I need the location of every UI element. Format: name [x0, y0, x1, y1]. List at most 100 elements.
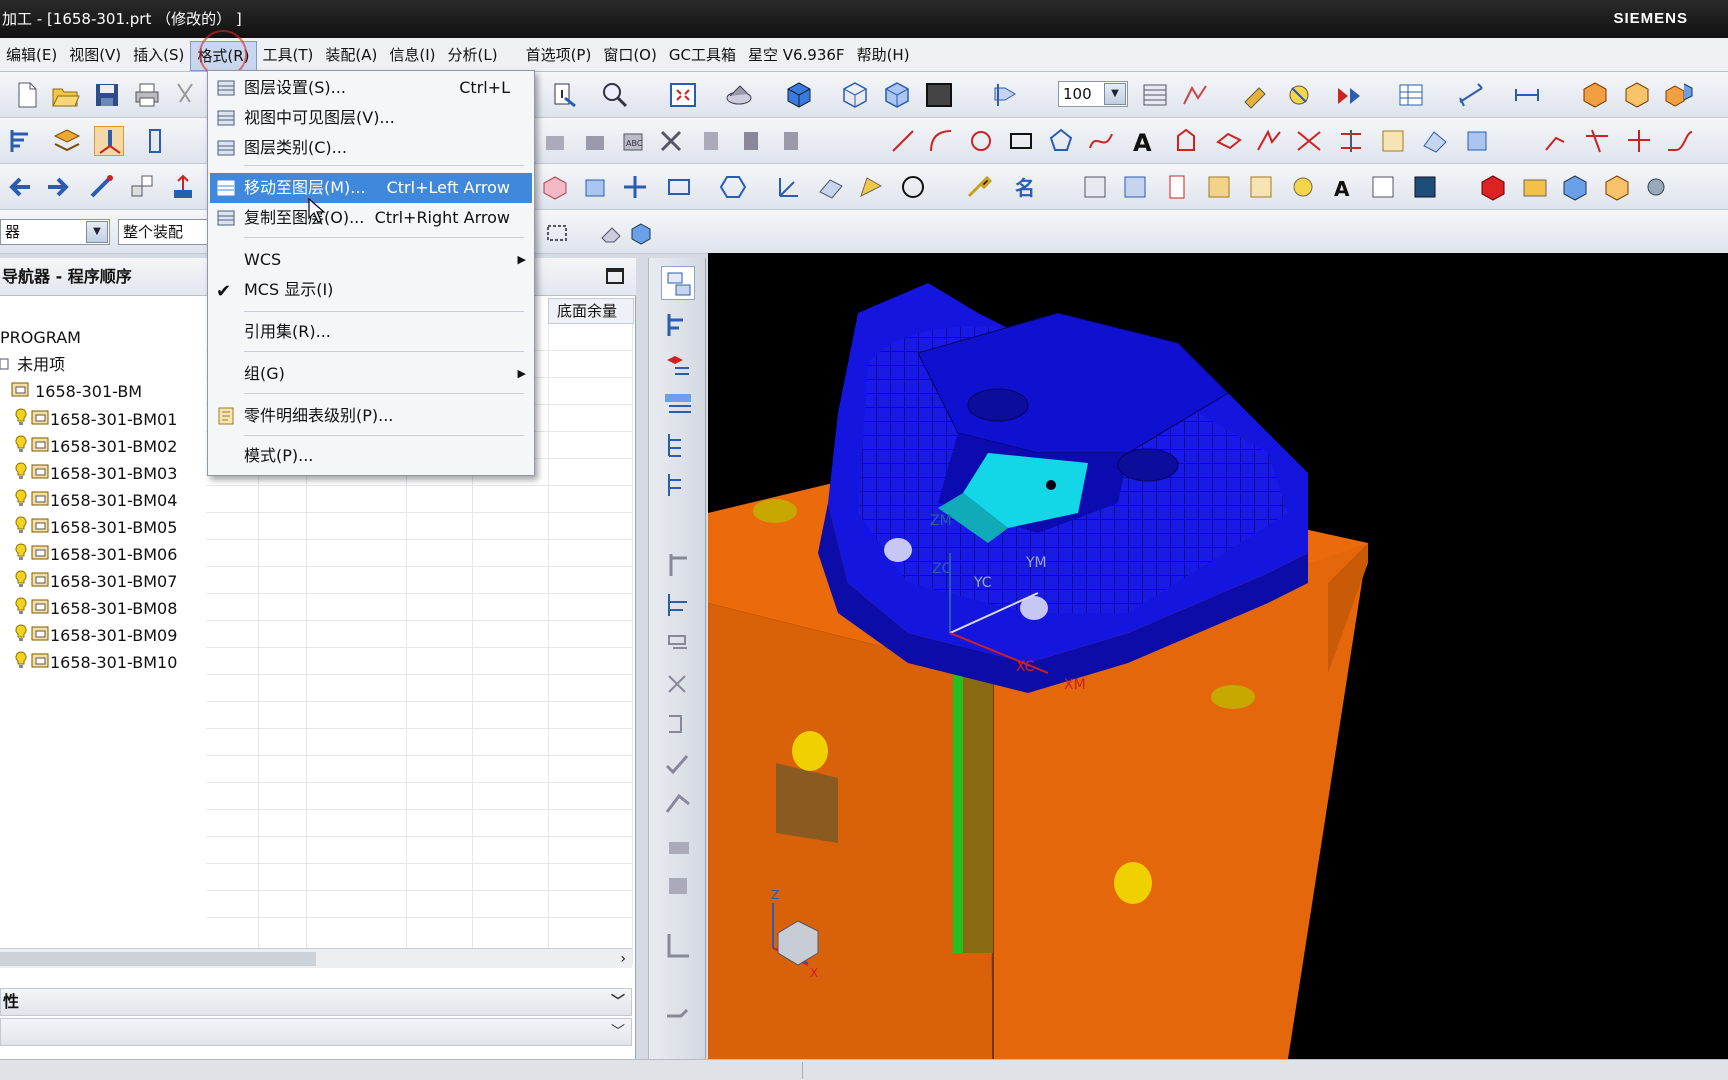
- info-icon[interactable]: [550, 80, 580, 110]
- sphere-icon[interactable]: [898, 172, 928, 202]
- verify-icon[interactable]: [661, 748, 695, 782]
- envelope-icon[interactable]: [1520, 172, 1550, 202]
- scope-select[interactable]: 整个装配: [118, 219, 210, 245]
- menu-item-parts-list-levels[interactable]: 零件明细表级别(P)...: [210, 401, 532, 431]
- datum-csys-icon[interactable]: [774, 172, 804, 202]
- drafting-icon-1[interactable]: [1080, 172, 1110, 202]
- fit-view-icon[interactable]: [668, 80, 698, 110]
- menu-item-mcs-display[interactable]: ✔ MCS 显示(I): [210, 275, 532, 305]
- menu-item-move-to-layer[interactable]: 移动至图层(M)... Ctrl+Left Arrow: [210, 173, 532, 203]
- table-icon[interactable]: [1396, 80, 1426, 110]
- geometry-view-icon[interactable]: [661, 348, 695, 382]
- grid-snap-icon[interactable]: [1456, 80, 1486, 110]
- edge-blend-icon[interactable]: [856, 172, 886, 202]
- boolean-icon[interactable]: [620, 172, 650, 202]
- measure-icon[interactable]: [1240, 80, 1270, 110]
- tree-row-operation[interactable]: 1658-301-BM04: [0, 487, 205, 514]
- tree-row-operation[interactable]: 1658-301-BM05: [0, 514, 205, 541]
- drafting-icon-5[interactable]: [1246, 172, 1276, 202]
- iso-view-icon[interactable]: [882, 80, 912, 110]
- transform-icon[interactable]: [128, 172, 158, 202]
- horizontal-scrollbar[interactable]: ›: [0, 948, 632, 968]
- menu-item-layer-settings[interactable]: 图层设置(S)... Ctrl+L: [210, 73, 532, 103]
- mill-op-icon-5[interactable]: [696, 126, 726, 156]
- edit-param-icon[interactable]: [964, 172, 994, 202]
- table-note-icon[interactable]: [1368, 172, 1398, 202]
- open-file-icon[interactable]: [50, 80, 80, 110]
- menu-gc-toolkit[interactable]: GC工具箱: [663, 38, 742, 72]
- circle-icon[interactable]: [966, 126, 996, 156]
- drafting-icon-4[interactable]: [1204, 172, 1234, 202]
- tree-row-operation[interactable]: 1658-301-BM09: [0, 622, 205, 649]
- blue-cube-icon[interactable]: [1560, 172, 1590, 202]
- chevron-down-icon[interactable]: ▼: [1104, 83, 1126, 105]
- machine-icon[interactable]: [661, 828, 695, 862]
- tree-row-unused[interactable]: 未用项: [0, 351, 205, 378]
- assembly-cube-icon[interactable]: [1580, 80, 1610, 110]
- line-icon[interactable]: [888, 126, 918, 156]
- mill-op-icon-6[interactable]: [736, 126, 766, 156]
- menu-item-group[interactable]: 组(G) ▶: [210, 359, 532, 389]
- tree-row-operation[interactable]: 1658-301-BM02: [0, 433, 205, 460]
- post-process-icon[interactable]: [661, 868, 695, 902]
- save-icon[interactable]: [92, 80, 122, 110]
- drafting-icon-2[interactable]: [1120, 172, 1150, 202]
- rotate-view-icon[interactable]: [724, 80, 754, 110]
- menu-analysis[interactable]: 分析(L): [442, 38, 504, 72]
- project-curve-icon[interactable]: [1214, 126, 1244, 156]
- chevron-right-icon[interactable]: ›: [620, 949, 626, 969]
- zoom-percent-select[interactable]: 100 ▼: [1058, 81, 1128, 107]
- component-cube-icon[interactable]: [1622, 80, 1652, 110]
- tree-row-operation[interactable]: 1658-301-BM08: [0, 595, 205, 622]
- cut-icon[interactable]: [170, 80, 200, 110]
- tool-path-icon-2[interactable]: [661, 588, 695, 622]
- divide-curve-icon[interactable]: [1336, 126, 1366, 156]
- forward-arrow-icon[interactable]: [44, 172, 74, 202]
- pin-icon[interactable]: [661, 998, 695, 1032]
- block-icon[interactable]: [540, 172, 570, 202]
- cylinder-icon[interactable]: [580, 172, 610, 202]
- scroll-thumb[interactable]: [0, 952, 316, 966]
- section-icon[interactable]: [1420, 126, 1450, 156]
- calculator-icon[interactable]: [1410, 172, 1440, 202]
- menu-preferences[interactable]: 首选项(P): [520, 38, 598, 72]
- operation-navigator-tab-icon[interactable]: [661, 266, 695, 300]
- create-tool-icon[interactable]: [94, 126, 124, 156]
- tree-view-icon-2[interactable]: [661, 468, 695, 502]
- chevron-down-icon[interactable]: ▼: [86, 221, 108, 243]
- sketch-icon[interactable]: [1378, 126, 1408, 156]
- output-icon[interactable]: [661, 928, 695, 962]
- red-cube-icon[interactable]: [1478, 172, 1508, 202]
- layer-stack-icon[interactable]: [1140, 80, 1170, 110]
- menu-item-copy-to-layer[interactable]: 复制至图层(O)... Ctrl+Right Arrow: [210, 203, 532, 233]
- rect-select-icon[interactable]: [664, 172, 694, 202]
- new-file-icon[interactable]: [12, 80, 42, 110]
- join-curve-icon[interactable]: [1664, 126, 1694, 156]
- intersect-icon[interactable]: [1582, 126, 1612, 156]
- body-icon[interactable]: [1462, 126, 1492, 156]
- operation-nav-icon[interactable]: [6, 126, 36, 156]
- tree-row-operation[interactable]: 1658-301-BM10: [0, 649, 205, 676]
- print-icon[interactable]: [132, 80, 162, 110]
- shaded-cube-icon[interactable]: [784, 80, 814, 110]
- extrude-icon[interactable]: [168, 172, 198, 202]
- menu-tools[interactable]: 工具(T): [257, 38, 320, 72]
- tree-row-operation[interactable]: 1658-301-BM07: [0, 568, 205, 595]
- details-panel-header[interactable]: ﹀: [0, 1018, 632, 1046]
- menu-item-mode[interactable]: 模式(P)...: [210, 441, 532, 471]
- tree-view-icon-1[interactable]: [661, 428, 695, 462]
- offset-curve-icon[interactable]: [1172, 126, 1202, 156]
- orange-cube-icon[interactable]: [1602, 172, 1632, 202]
- method-view-icon[interactable]: [661, 388, 695, 422]
- route-icon[interactable]: [1180, 80, 1210, 110]
- tree-row-operation[interactable]: 1658-301-BM03: [0, 460, 205, 487]
- chevron-down-icon[interactable]: ﹀: [611, 989, 625, 1015]
- box-select-icon[interactable]: [542, 218, 572, 248]
- wireframe-cube-icon[interactable]: [840, 80, 870, 110]
- trim-curve-icon[interactable]: [1294, 126, 1324, 156]
- rectangle-icon[interactable]: [1006, 126, 1036, 156]
- type-filter-select[interactable]: 器 ▼: [0, 219, 110, 245]
- tree-row-program[interactable]: PROGRAM: [0, 324, 205, 351]
- mill-op-icon-3[interactable]: ABC: [618, 126, 648, 156]
- mill-layer-icon[interactable]: [52, 126, 82, 156]
